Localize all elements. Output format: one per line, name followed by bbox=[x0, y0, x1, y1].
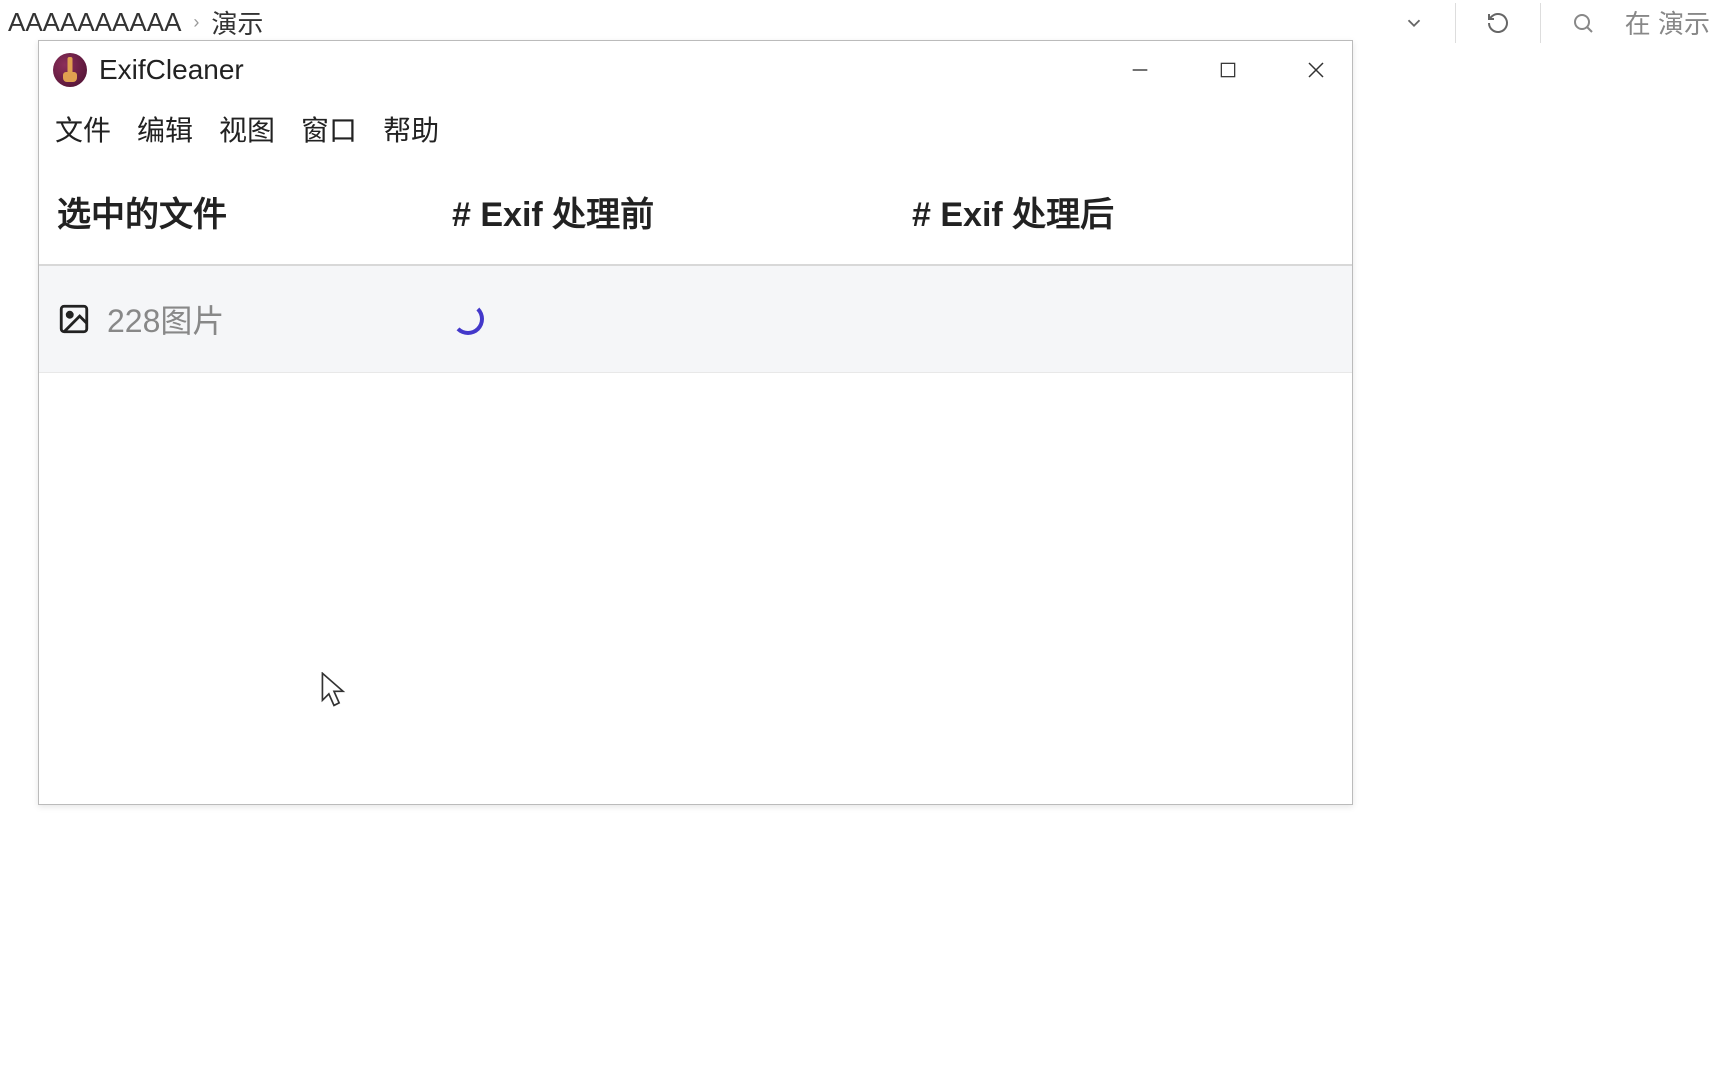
image-icon bbox=[57, 302, 91, 336]
menu-window[interactable]: 窗口 bbox=[301, 109, 357, 149]
app-window: ExifCleaner 文件 编辑 视图 窗口 bbox=[38, 40, 1353, 805]
loading-spinner-icon bbox=[452, 303, 484, 335]
divider bbox=[1540, 3, 1541, 43]
column-header-exif-after[interactable]: # Exif 处理后 bbox=[912, 187, 1334, 236]
column-header-selected-files[interactable]: 选中的文件 bbox=[57, 187, 452, 236]
menu-view[interactable]: 视图 bbox=[219, 109, 275, 149]
divider bbox=[1455, 3, 1456, 43]
window-controls bbox=[1126, 56, 1338, 84]
app-title: ExifCleaner bbox=[99, 54, 1126, 86]
file-name: 228图片 bbox=[107, 296, 224, 342]
explorer-toolbar: 在 演示 bbox=[1403, 3, 1720, 43]
maximize-button[interactable] bbox=[1214, 56, 1242, 84]
explorer-address-bar: AAAAAAAAAA › 演示 在 演示 bbox=[0, 0, 1728, 45]
search-input[interactable]: 在 演示 bbox=[1625, 4, 1710, 41]
chevron-right-icon: › bbox=[193, 12, 199, 33]
table-row[interactable]: 228图片 bbox=[39, 266, 1352, 373]
file-cell: 228图片 bbox=[57, 296, 452, 342]
titlebar[interactable]: ExifCleaner bbox=[39, 41, 1352, 99]
column-header-exif-before[interactable]: # Exif 处理前 bbox=[452, 187, 912, 236]
app-icon bbox=[53, 53, 87, 87]
breadcrumb-segment[interactable]: 演示 bbox=[211, 4, 263, 41]
menubar: 文件 编辑 视图 窗口 帮助 bbox=[39, 99, 1352, 167]
file-table: 选中的文件 # Exif 处理前 # Exif 处理后 228图片 bbox=[39, 167, 1352, 373]
table-header: 选中的文件 # Exif 处理前 # Exif 处理后 bbox=[39, 167, 1352, 266]
menu-file[interactable]: 文件 bbox=[55, 109, 111, 149]
close-button[interactable] bbox=[1302, 56, 1330, 84]
search-icon[interactable] bbox=[1571, 11, 1595, 35]
refresh-icon[interactable] bbox=[1486, 11, 1510, 35]
minimize-button[interactable] bbox=[1126, 56, 1154, 84]
breadcrumb[interactable]: AAAAAAAAAA › 演示 bbox=[8, 4, 1403, 41]
menu-help[interactable]: 帮助 bbox=[383, 109, 439, 149]
menu-edit[interactable]: 编辑 bbox=[137, 109, 193, 149]
breadcrumb-segment[interactable]: AAAAAAAAAA bbox=[8, 7, 181, 38]
chevron-down-icon[interactable] bbox=[1403, 12, 1425, 34]
exif-before-cell bbox=[452, 303, 912, 335]
